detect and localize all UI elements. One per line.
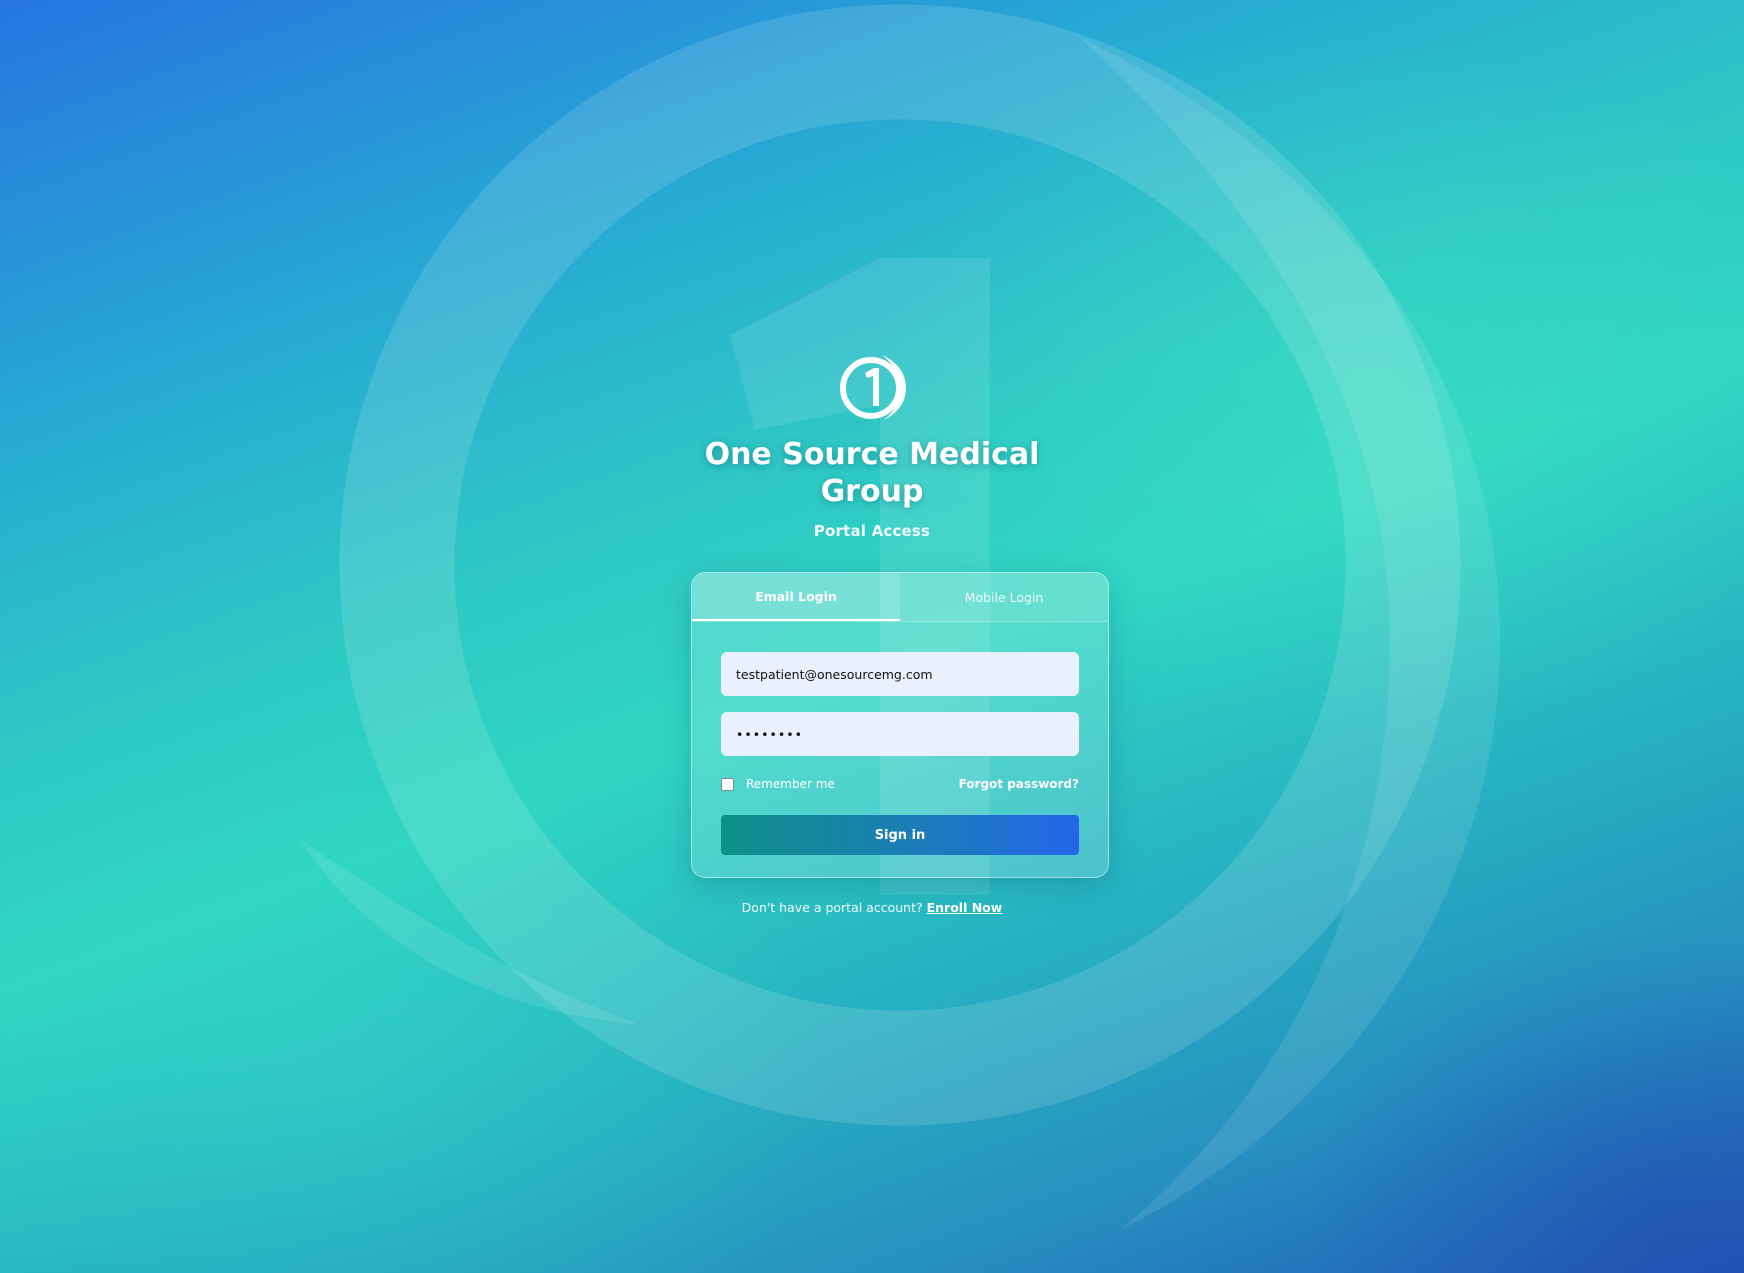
- enroll-prompt: Don't have a portal account? Enroll Now: [0, 900, 1744, 915]
- remember-forgot-row: Remember me Forgot password?: [721, 771, 1079, 797]
- tab-mobile-login[interactable]: Mobile Login: [900, 573, 1108, 621]
- enroll-prompt-text: Don't have a portal account?: [741, 900, 923, 915]
- brand-title: One Source Medical Group: [704, 437, 1040, 509]
- one-circle-logo-icon: [840, 355, 906, 420]
- remember-me-label: Remember me: [746, 777, 835, 791]
- tab-email-login[interactable]: Email Login: [692, 573, 900, 621]
- remember-me: Remember me: [721, 777, 835, 791]
- password-input[interactable]: [721, 712, 1079, 756]
- enroll-now-link[interactable]: Enroll Now: [927, 900, 1003, 915]
- login-card: Email Login Mobile Login Remember me For…: [691, 572, 1109, 878]
- brand-subtitle: Portal Access: [813, 522, 931, 540]
- email-input[interactable]: [721, 652, 1079, 696]
- forgot-password-link[interactable]: Forgot password?: [959, 777, 1079, 791]
- sign-in-button[interactable]: Sign in: [721, 815, 1079, 855]
- remember-me-checkbox[interactable]: [721, 777, 734, 791]
- brand-header: One Source Medical Group Portal Access: [0, 350, 1744, 540]
- login-form: Remember me Forgot password? Sign in: [692, 622, 1108, 855]
- login-tabs: Email Login Mobile Login: [692, 573, 1108, 622]
